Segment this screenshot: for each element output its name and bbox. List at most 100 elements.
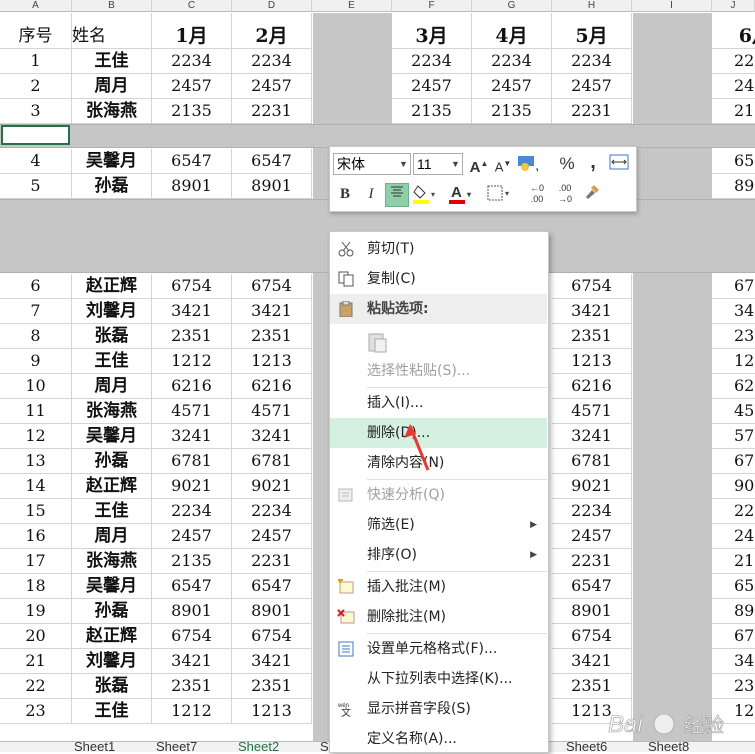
cell-name[interactable]: 刘馨月	[72, 299, 152, 324]
cell-value[interactable]: 3421	[152, 649, 232, 674]
cell-value[interactable]: 2135	[152, 99, 232, 124]
cell-value[interactable]: 6547	[232, 574, 312, 599]
col-header-a[interactable]: A	[0, 0, 72, 12]
cell-value[interactable]: 6754	[552, 274, 632, 299]
sheet-tab-sheet2[interactable]: Sheet2	[238, 741, 279, 753]
menu-item-format-cells[interactable]: 设置单元格格式(F)...	[330, 634, 547, 664]
sheet-tab-sheet1[interactable]: Sheet1	[74, 741, 115, 753]
cell-value[interactable]: 6781	[552, 449, 632, 474]
cell-seq[interactable]: 13	[0, 449, 72, 474]
cell-value[interactable]: 2457	[472, 74, 552, 99]
menu-item-paste-special[interactable]: 选择性粘贴(S)...	[330, 356, 547, 386]
cell-name[interactable]: 周月	[72, 74, 152, 99]
cell-name[interactable]: 周月	[72, 374, 152, 399]
cell-value[interactable]: 9021	[152, 474, 232, 499]
cell-value[interactable]: 654	[712, 149, 755, 174]
cell-name[interactable]: 吴馨月	[72, 149, 152, 174]
cell-value[interactable]: 2457	[392, 74, 472, 99]
col-header-f[interactable]: F	[392, 0, 472, 12]
cell-value[interactable]: 6754	[152, 274, 232, 299]
header-cell-m1[interactable]: 1月	[152, 13, 232, 49]
cell-value[interactable]: 2234	[232, 499, 312, 524]
cell-value[interactable]: 675	[712, 274, 755, 299]
col-header-j[interactable]: J	[712, 0, 755, 12]
header-cell-m2[interactable]: 2月	[232, 13, 312, 49]
cell-value[interactable]: 213	[712, 99, 755, 124]
selected-column-i[interactable]	[633, 13, 712, 741]
cell-value[interactable]: 902	[712, 474, 755, 499]
cell-name[interactable]: 张磊	[72, 324, 152, 349]
cell-name[interactable]: 赵正辉	[72, 474, 152, 499]
header-cell-m5[interactable]: 5月	[552, 13, 632, 49]
cell-value[interactable]: 1213	[232, 349, 312, 374]
cell-name[interactable]: 孙磊	[72, 449, 152, 474]
cell-seq[interactable]: 5	[0, 174, 72, 199]
header-cell-m4[interactable]: 4月	[472, 13, 552, 49]
cell-value[interactable]: 6754	[232, 274, 312, 299]
cell-value[interactable]: 3421	[232, 649, 312, 674]
cell-seq[interactable]: 7	[0, 299, 72, 324]
cell-value[interactable]: 2457	[232, 74, 312, 99]
active-cell[interactable]	[1, 125, 70, 145]
cell-name[interactable]: 张海燕	[72, 549, 152, 574]
cell-value[interactable]: 6781	[232, 449, 312, 474]
cell-name[interactable]: 张海燕	[72, 399, 152, 424]
cell-value[interactable]: 678	[712, 449, 755, 474]
menu-item-delete-comment[interactable]: 删除批注(M)	[330, 602, 547, 632]
cell-value[interactable]: 342	[712, 649, 755, 674]
cell-value[interactable]: 235	[712, 324, 755, 349]
comma-style-button[interactable]: ,	[582, 151, 604, 173]
cell-seq[interactable]: 21	[0, 649, 72, 674]
cell-name[interactable]: 孙磊	[72, 599, 152, 624]
cell-value[interactable]: 2351	[152, 324, 232, 349]
cell-value[interactable]: 4571	[232, 399, 312, 424]
font-name-select[interactable]: 宋体 ▼	[333, 153, 411, 175]
cell-value[interactable]: 2351	[552, 324, 632, 349]
cell-value[interactable]: 2351	[232, 674, 312, 699]
cell-value[interactable]: 1213	[232, 699, 312, 724]
cell-seq[interactable]: 8	[0, 324, 72, 349]
cell-value[interactable]: 8901	[152, 599, 232, 624]
cell-value[interactable]: 2457	[152, 74, 232, 99]
cell-value[interactable]: 457	[712, 399, 755, 424]
cell-seq[interactable]: 14	[0, 474, 72, 499]
cell-value[interactable]: 2135	[472, 99, 552, 124]
cell-value[interactable]: 2234	[552, 499, 632, 524]
header-cell-m6[interactable]: 6月	[712, 13, 755, 49]
cell-value[interactable]: 6216	[232, 374, 312, 399]
cell-value[interactable]: 12	[712, 349, 755, 374]
cell-name[interactable]: 周月	[72, 524, 152, 549]
cell-value[interactable]: 1212	[152, 699, 232, 724]
cell-value[interactable]: 9021	[552, 474, 632, 499]
cell-value[interactable]: 3421	[552, 649, 632, 674]
cell-value[interactable]: 2231	[232, 99, 312, 124]
col-header-d[interactable]: D	[232, 0, 312, 12]
cell-value[interactable]: 890	[712, 174, 755, 199]
cell-value[interactable]: 1213	[552, 349, 632, 374]
sheet-tab-s[interactable]: S	[320, 741, 329, 753]
col-header-b[interactable]: B	[72, 0, 152, 12]
cell-name[interactable]: 王佳	[72, 49, 152, 74]
cell-value[interactable]: 62	[712, 374, 755, 399]
cell-value[interactable]: 6547	[552, 574, 632, 599]
cell-value[interactable]: 2231	[232, 549, 312, 574]
cell-value[interactable]: 245	[712, 74, 755, 99]
cell-value[interactable]: 675	[712, 624, 755, 649]
header-cell-m3[interactable]: 3月	[392, 13, 472, 49]
cell-name[interactable]: 王佳	[72, 499, 152, 524]
cell-name[interactable]: 王佳	[72, 349, 152, 374]
cell-seq[interactable]: 6	[0, 274, 72, 299]
cell-value[interactable]: 3241	[152, 424, 232, 449]
format-painter-icon[interactable]	[582, 183, 604, 205]
merge-center-icon[interactable]	[608, 153, 630, 175]
cell-seq[interactable]: 22	[0, 674, 72, 699]
cell-seq[interactable]: 11	[0, 399, 72, 424]
header-cell-seq[interactable]: 序号	[0, 13, 72, 49]
cell-value[interactable]: 2234	[552, 49, 632, 74]
cell-value[interactable]: 223	[712, 49, 755, 74]
cell-value[interactable]: 2231	[552, 99, 632, 124]
cell-value[interactable]: 342	[712, 299, 755, 324]
menu-item-filter[interactable]: 筛选(E) ▶	[330, 510, 547, 540]
decrease-decimal-icon[interactable]: .00 →0	[554, 183, 576, 205]
cell-seq[interactable]: 15	[0, 499, 72, 524]
